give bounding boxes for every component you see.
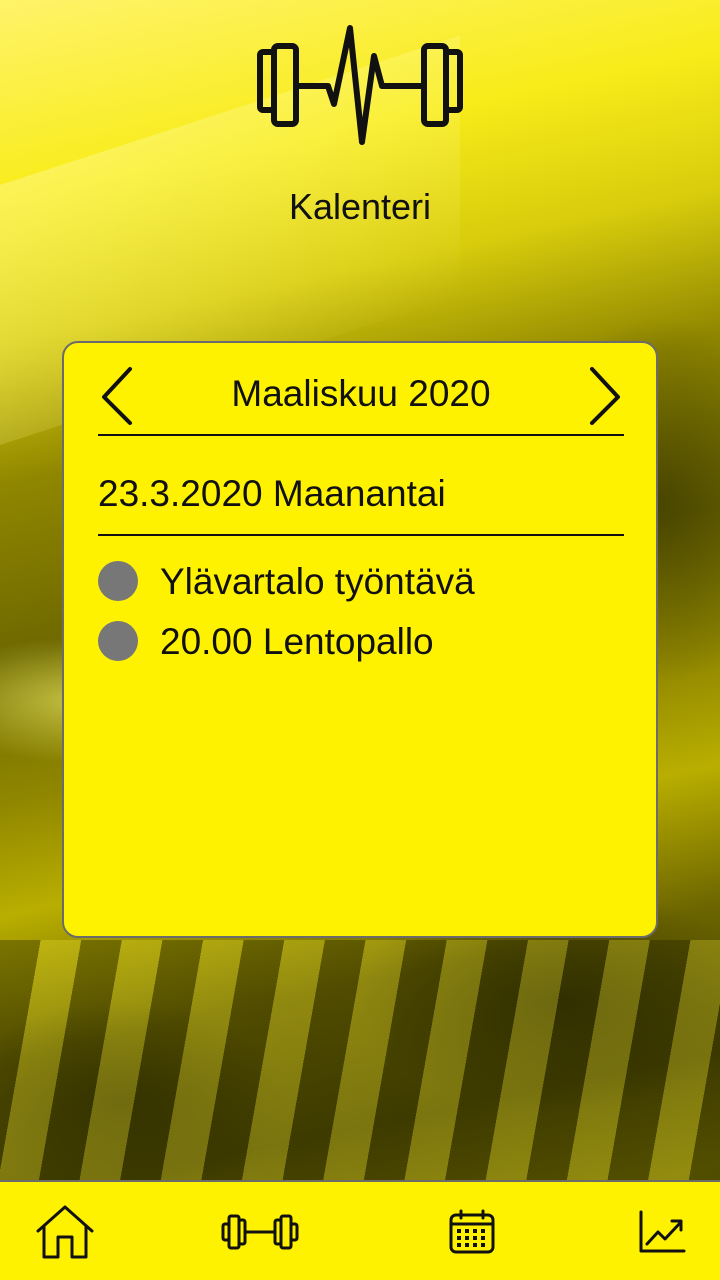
calendar-card: Maaliskuu 2020 23.3.2020 Maanantai Yläva… xyxy=(62,341,658,938)
event-dot xyxy=(98,621,138,661)
month-label: Maaliskuu 2020 xyxy=(231,373,491,414)
home-icon xyxy=(36,1205,94,1259)
divider xyxy=(98,534,624,536)
dumbbell-heartbeat-icon xyxy=(257,25,463,145)
dumbbell-icon xyxy=(221,1214,299,1250)
event-label: Ylävartalo työntävä xyxy=(160,561,475,602)
calendar-icon xyxy=(449,1209,495,1254)
trend-chart-icon xyxy=(639,1210,686,1253)
event-label: 20.00 Lentopallo xyxy=(160,621,434,662)
divider xyxy=(98,434,624,436)
page-title: Kalenteri xyxy=(288,186,432,227)
nav-home-button[interactable] xyxy=(25,1202,105,1262)
event-item[interactable]: Ylävartalo työntävä xyxy=(98,557,624,617)
event-list: Ylävartalo työntävä 20.00 Lentopallo xyxy=(98,557,624,677)
selected-date-label: 23.3.2020 Maanantai xyxy=(98,473,446,514)
chevron-left-icon xyxy=(102,367,132,425)
nav-stats-button[interactable] xyxy=(622,1202,702,1262)
bottom-navigation xyxy=(0,1180,720,1280)
calendar-screen: Kalenteri Maaliskuu 2020 23.3.2020 Maana… xyxy=(0,0,720,1280)
event-item[interactable]: 20.00 Lentopallo xyxy=(98,617,624,677)
month-navigation: Maaliskuu 2020 xyxy=(98,361,624,437)
nav-workouts-button[interactable] xyxy=(220,1202,300,1262)
chevron-right-icon xyxy=(590,367,620,425)
nav-calendar-button[interactable] xyxy=(432,1202,512,1262)
previous-month-button[interactable] xyxy=(98,365,146,425)
event-dot xyxy=(98,561,138,601)
next-month-button[interactable] xyxy=(576,365,624,425)
